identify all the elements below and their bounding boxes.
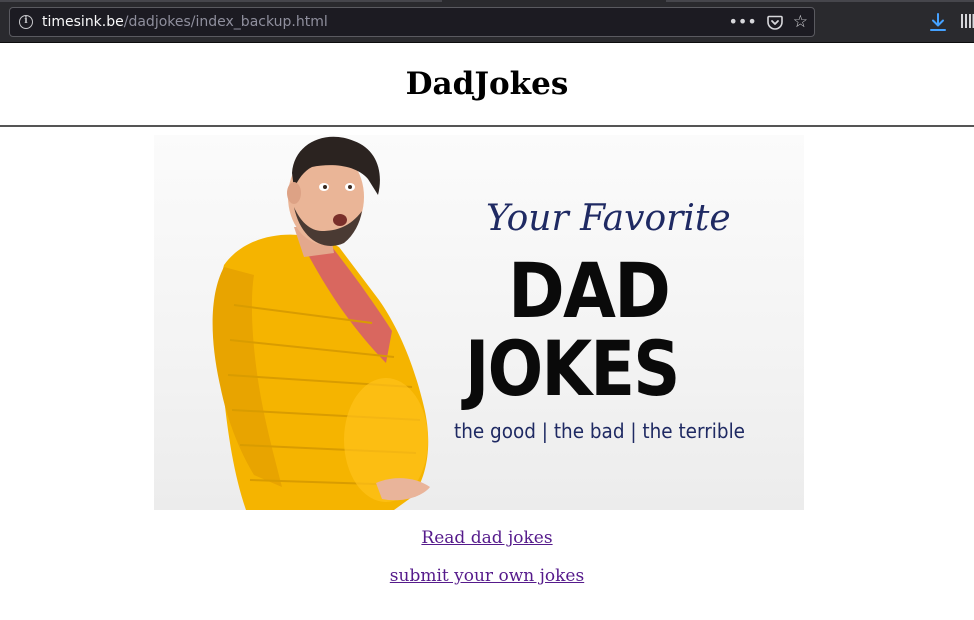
submit-jokes-row: submit your own jokes <box>0 565 974 587</box>
info-icon[interactable]: i <box>19 15 33 29</box>
library-icon[interactable] <box>961 13 974 29</box>
bookmark-star-icon[interactable]: ☆ <box>793 13 808 31</box>
address-bar[interactable]: i timesink.be/dadjokes/index_backup.html… <box>9 7 815 37</box>
banner-subtitle: the good | the bad | the terrible <box>454 419 746 443</box>
tab-strip <box>0 0 974 3</box>
hero-banner-image: Your Favorite DAD JOKES the good | the b… <box>154 135 804 510</box>
page-content: DadJokes Your Favorite DAD JOKES the goo… <box>0 44 974 620</box>
tab-strip-right <box>666 0 974 2</box>
banner-script-line: Your Favorite <box>486 198 731 239</box>
tab-strip-left <box>0 0 442 2</box>
read-jokes-row: Read dad jokes <box>0 527 974 549</box>
page-actions-icon[interactable]: ••• <box>728 13 756 31</box>
header-divider <box>0 125 974 127</box>
pocket-icon[interactable] <box>766 15 783 30</box>
submit-jokes-link[interactable]: submit your own jokes <box>390 566 584 586</box>
read-dad-jokes-link[interactable]: Read dad jokes <box>421 528 552 548</box>
page-title: DadJokes <box>405 66 569 102</box>
banner-dad-text: DAD <box>508 246 671 335</box>
url-path: /dadjokes/index_backup.html <box>123 14 328 30</box>
browser-toolbar: i timesink.be/dadjokes/index_backup.html… <box>0 0 974 43</box>
url-text[interactable]: timesink.be/dadjokes/index_backup.html <box>42 14 328 31</box>
banner-jokes-text: JOKES <box>465 324 680 413</box>
url-host: timesink.be <box>42 14 124 30</box>
downloads-icon[interactable] <box>929 12 947 32</box>
url-actions: ••• ☆ <box>728 12 808 32</box>
